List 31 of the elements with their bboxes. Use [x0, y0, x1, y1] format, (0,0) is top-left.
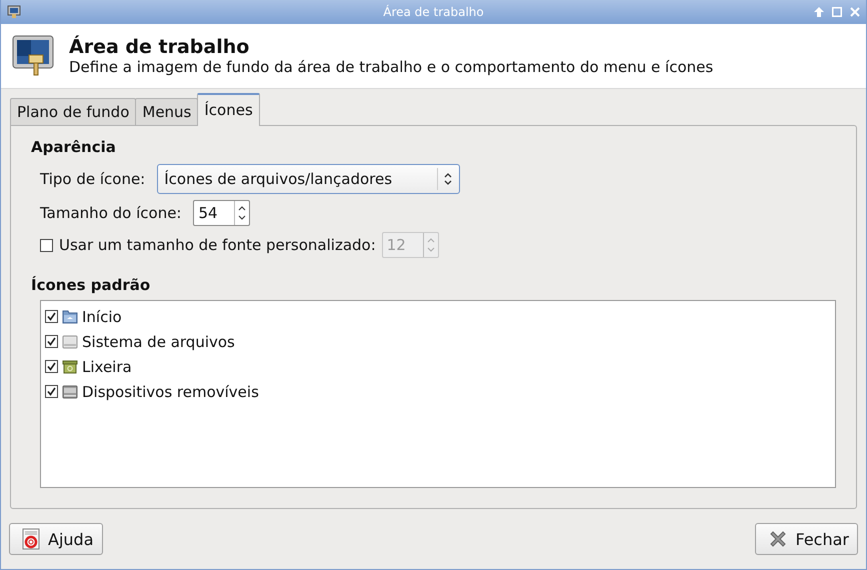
checkbox-label: Usar um tamanho de fonte personalizado:	[59, 236, 376, 254]
tab[interactable]: Plano de fundo	[10, 98, 136, 125]
dialog-subtitle: Define a imagem de fundo da área de trabalho e o comportamento do menu e ícones	[69, 58, 714, 76]
close-button[interactable]: Fechar	[754, 523, 858, 555]
help-button[interactable]: Ajuda	[9, 523, 102, 555]
section-heading: Aparência	[31, 138, 117, 156]
icon-size-spinner[interactable]: 54	[193, 200, 250, 226]
tab[interactable]: Ícones	[197, 93, 260, 126]
window-title: Área de trabalho	[383, 5, 484, 19]
list-item-label[interactable]: Lixeira	[82, 358, 132, 376]
list-item-label[interactable]: Início	[82, 308, 122, 326]
up-down-arrows-icon	[443, 171, 454, 187]
list-item-label[interactable]: Dispositivos removíveis	[82, 382, 259, 400]
app-icon	[7, 5, 21, 19]
tab[interactable]: Menus	[135, 98, 198, 125]
folder-icon	[62, 310, 78, 324]
removable-drive-icon	[62, 384, 78, 398]
field-label: Tipo de ícone:	[40, 170, 146, 188]
checkbox[interactable]	[45, 310, 58, 323]
icon-type-dropdown[interactable]: Ícones de arquivos/lançadores	[157, 164, 460, 194]
section-heading: Ícones padrão	[31, 276, 152, 294]
list-item-label[interactable]: Sistema de arquivos	[82, 332, 235, 350]
field-label: Tamanho do ícone:	[40, 204, 182, 222]
checkbox[interactable]	[45, 360, 58, 373]
help-icon	[22, 528, 40, 550]
trash-icon	[62, 360, 78, 374]
checkbox[interactable]	[45, 335, 58, 348]
drive-icon	[62, 334, 78, 348]
dialog-title: Área de trabalho	[69, 36, 250, 58]
close-icon	[768, 529, 788, 549]
checkbox[interactable]	[45, 385, 58, 398]
